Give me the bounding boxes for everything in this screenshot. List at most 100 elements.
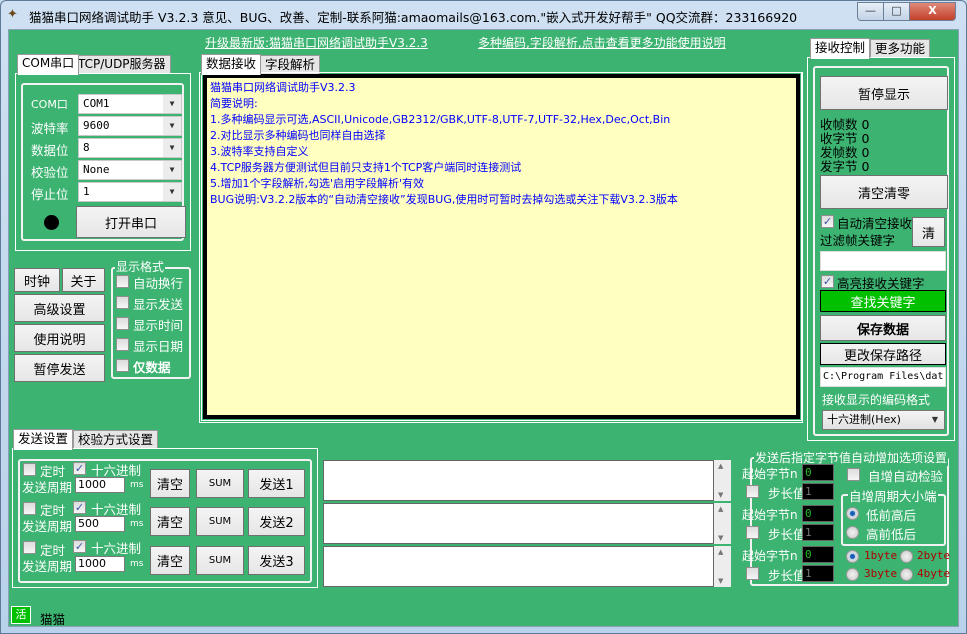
com-port-label: COM口 <box>31 98 68 111</box>
baud-rate-select[interactable]: 9600 ▼ <box>78 116 182 136</box>
period-1-input[interactable]: 1000 <box>75 477 125 493</box>
auto-checksum-label: 自增自动检验 <box>868 469 944 484</box>
change-save-path-button[interactable]: 更改保存路径 <box>820 343 946 365</box>
upgrade-link[interactable]: 升级最新版:猫猫串口网络调试助手V3.2.3 <box>205 34 428 51</box>
tab-send-settings[interactable]: 发送设置 <box>13 429 74 450</box>
save-path-input[interactable]: C:\Program Files\dat <box>820 367 946 387</box>
endian-high-first-radio[interactable] <box>846 526 859 539</box>
chevron-down-icon: ▼ <box>163 95 181 113</box>
encoding-format-select[interactable]: 十六进制(Hex) ▼ <box>822 410 945 430</box>
tab-data-receive[interactable]: 数据接收 <box>201 54 262 75</box>
start-byte-3-input[interactable]: 0 <box>802 546 834 563</box>
step-1-input[interactable]: 1 <box>802 483 834 500</box>
clear-counters-button[interactable]: 清空清零 <box>820 175 948 209</box>
send-3-textarea[interactable] <box>323 546 714 587</box>
send-1-scrollbar[interactable]: ▲ ▼ <box>714 460 731 501</box>
endian-low-first-radio[interactable] <box>846 507 859 520</box>
receive-line: 简要说明: <box>210 97 258 110</box>
period-1-label: 发送周期 <box>22 480 73 495</box>
port-status-indicator <box>44 215 59 230</box>
auto-clear-checkbox[interactable]: ✓ <box>821 215 834 228</box>
auto-checksum-checkbox[interactable] <box>847 468 860 481</box>
sum-1-button[interactable]: SUM <box>196 469 244 498</box>
start-byte-2-input[interactable]: 0 <box>802 505 834 522</box>
tab-tcp-udp-server[interactable]: TCP/UDP服务器 <box>73 55 171 74</box>
scroll-down-icon[interactable]: ▼ <box>718 491 723 499</box>
save-data-button[interactable]: 保存数据 <box>820 315 946 341</box>
step-2-checkbox[interactable] <box>746 526 759 539</box>
step-2-input[interactable]: 1 <box>802 524 834 541</box>
period-3-input[interactable]: 1000 <box>75 556 125 572</box>
start-byte-2-label: 起始字节n <box>742 508 798 522</box>
send-1-textarea[interactable] <box>323 460 714 501</box>
byte-4-radio[interactable] <box>900 568 913 581</box>
clear-send-2-button[interactable]: 清空 <box>150 507 190 536</box>
send-3-button[interactable]: 发送3 <box>248 546 305 575</box>
sum-2-button[interactable]: SUM <box>196 507 244 536</box>
open-port-button[interactable]: 打开串口 <box>76 206 186 238</box>
hex-2-checkbox[interactable]: ✓ <box>73 501 86 514</box>
receive-textarea[interactable]: 猫猫串口网络调试助手V3.2.3 简要说明: 1.多种编码显示可选,ASCII,… <box>201 72 802 421</box>
help-link[interactable]: 多种编码,字段解析,点击查看更多功能使用说明 <box>478 34 726 51</box>
scroll-down-icon[interactable]: ▼ <box>718 577 723 585</box>
tab-com-serial[interactable]: COM串口 <box>17 54 80 75</box>
byte-1-label: 1byte <box>864 549 898 562</box>
timer-2-checkbox[interactable] <box>23 502 36 515</box>
maximize-button[interactable]: □ <box>883 2 910 21</box>
send-2-button[interactable]: 发送2 <box>248 507 305 536</box>
hex-3-checkbox[interactable]: ✓ <box>73 540 86 553</box>
scroll-up-icon[interactable]: ▲ <box>718 462 723 470</box>
app-cat-icon: ✦ <box>7 7 18 22</box>
show-date-checkbox[interactable] <box>116 338 129 351</box>
clear-filter-button[interactable]: 清 <box>912 217 945 247</box>
stop-bits-select[interactable]: 1 ▼ <box>78 182 182 202</box>
scroll-up-icon[interactable]: ▲ <box>718 548 723 556</box>
step-1-checkbox[interactable] <box>746 485 759 498</box>
period-2-input[interactable]: 500 <box>75 516 125 532</box>
step-3-checkbox[interactable] <box>746 567 759 580</box>
find-keyword-button[interactable]: 查找关键字 <box>820 290 946 312</box>
clock-button[interactable]: 时钟 <box>14 268 60 292</box>
chevron-down-icon: ▼ <box>163 161 181 179</box>
sum-3-button[interactable]: SUM <box>196 546 244 575</box>
clear-send-3-button[interactable]: 清空 <box>150 546 190 575</box>
send-1-button[interactable]: 发送1 <box>248 469 305 498</box>
send-2-scrollbar[interactable]: ▲ ▼ <box>714 503 731 544</box>
app-window: ✦ 猫猫串口网络调试助手 V3.2.3 意见、BUG、改善、定制-联系阿猫:am… <box>0 0 967 634</box>
hex-1-checkbox[interactable]: ✓ <box>73 462 86 475</box>
tab-more-functions[interactable]: 更多功能 <box>870 39 931 58</box>
pause-display-button[interactable]: 暂停显示 <box>820 76 948 110</box>
tab-receive-control[interactable]: 接收控制 <box>810 38 871 59</box>
advanced-settings-button[interactable]: 高级设置 <box>14 294 105 322</box>
close-button[interactable]: X <box>909 2 956 21</box>
tab-checksum-settings[interactable]: 校验方式设置 <box>73 430 159 449</box>
scroll-down-icon[interactable]: ▼ <box>718 534 723 542</box>
timer-3-checkbox[interactable] <box>23 541 36 554</box>
step-2-label: 步长值 <box>768 527 806 542</box>
timer-1-checkbox[interactable] <box>23 463 36 476</box>
byte-2-radio[interactable] <box>900 550 913 563</box>
parity-select[interactable]: None ▼ <box>78 160 182 180</box>
byte-1-radio[interactable] <box>846 550 859 563</box>
data-only-checkbox[interactable] <box>116 359 129 372</box>
auto-wrap-checkbox[interactable] <box>116 275 129 288</box>
filter-keyword-input[interactable] <box>820 251 946 271</box>
receive-line: 5.增加1个字段解析,勾选'启用字段解析'有效 <box>210 177 425 190</box>
manual-button[interactable]: 使用说明 <box>14 324 105 352</box>
data-bits-select[interactable]: 8 ▼ <box>78 138 182 158</box>
send-2-textarea[interactable] <box>323 503 714 544</box>
show-time-checkbox[interactable] <box>116 317 129 330</box>
send-3-scrollbar[interactable]: ▲ ▼ <box>714 546 731 587</box>
show-send-checkbox[interactable] <box>116 296 129 309</box>
highlight-keyword-checkbox[interactable]: ✓ <box>821 275 834 288</box>
step-3-input[interactable]: 1 <box>802 565 834 582</box>
pause-send-button[interactable]: 暂停发送 <box>14 354 105 382</box>
com-port-select[interactable]: COM1 ▼ <box>78 94 182 114</box>
minimize-button[interactable]: — <box>857 2 884 21</box>
about-button[interactable]: 关于 <box>62 268 105 292</box>
start-byte-1-input[interactable]: 0 <box>802 464 834 481</box>
clear-send-1-button[interactable]: 清空 <box>150 469 190 498</box>
scroll-up-icon[interactable]: ▲ <box>718 505 723 513</box>
byte-3-radio[interactable] <box>846 568 859 581</box>
period-3-unit: ms <box>130 559 144 569</box>
